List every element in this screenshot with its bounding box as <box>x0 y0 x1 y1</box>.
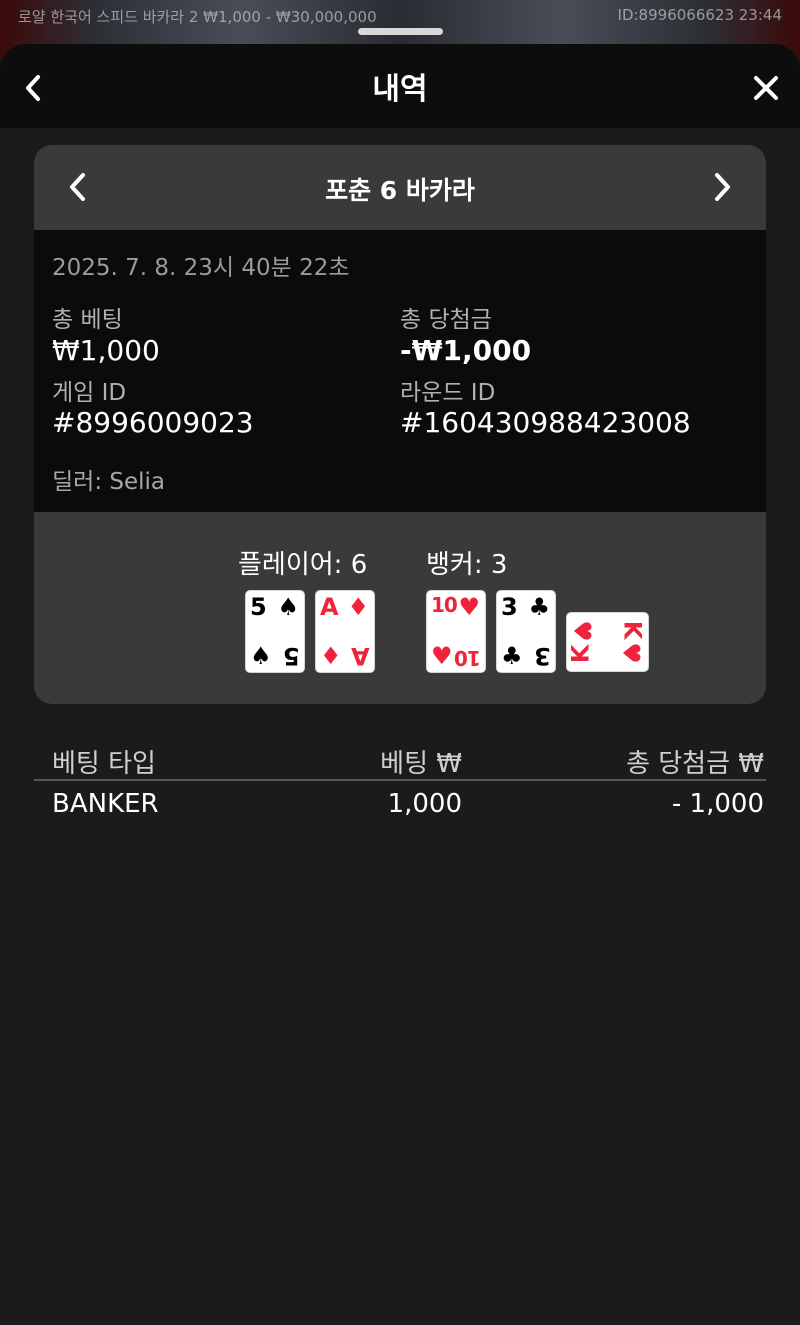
hands-area: 플레이어: 6 뱅커: 3 5 ♠ ♠ 5 A ♦ ♦ A 10 ♥ ♥ 10 <box>34 512 766 704</box>
banker-third-card: ♥ K K ♥ <box>566 612 649 672</box>
round-id-label: 라운드 ID <box>400 380 496 406</box>
banker-card: 10 ♥ ♥ 10 <box>426 590 486 673</box>
club-icon: ♣ <box>528 593 550 621</box>
card-rank: 5 <box>250 593 267 621</box>
spade-icon: ♠ <box>250 642 272 670</box>
banker-score: 뱅커: 3 <box>426 550 508 580</box>
game-id-value: #8996009023 <box>52 406 254 439</box>
sheet-header: 내역 <box>0 44 800 128</box>
round-detail-panel: 포춘 6 바카라 2025. 7. 8. 23시 40분 22초 총 베팅 ₩1… <box>34 145 766 704</box>
diamond-icon: ♦ <box>347 593 369 621</box>
sheet-title: 내역 <box>372 72 428 107</box>
column-header-bet-amount: 베팅 ₩ <box>380 749 462 779</box>
total-bet-label: 총 베팅 <box>52 307 123 333</box>
card-rank: 3 <box>534 642 551 670</box>
heart-icon: ♥ <box>617 642 646 664</box>
column-header-total-win: 총 당첨금 ₩ <box>626 749 764 779</box>
round-id-value: #160430988423008 <box>400 406 691 439</box>
card-rank: 5 <box>283 642 300 670</box>
card-rank: A <box>351 642 370 670</box>
bets-table-header: 베팅 타입 베팅 ₩ 총 당첨금 ₩ <box>34 739 766 781</box>
table-row: BANKER 1,000 - 1,000 <box>34 785 766 827</box>
card-rank: 10 <box>455 646 481 670</box>
heart-icon: ♥ <box>567 620 596 642</box>
club-icon: ♣ <box>501 642 523 670</box>
bet-type-cell: BANKER <box>52 789 159 819</box>
dealer-name: 딜러: Selia <box>52 469 166 495</box>
player-card: 5 ♠ ♠ 5 <box>245 590 305 673</box>
heart-icon: ♥ <box>431 642 453 670</box>
chevron-right-icon <box>715 173 730 201</box>
table-info-text: 로얄 한국어 스피드 바카라 2 ₩1,000 - ₩30,000,000 <box>18 8 377 26</box>
player-score: 플레이어: 6 <box>238 550 368 580</box>
card-rank: K <box>618 620 647 640</box>
total-bet-value: ₩1,000 <box>52 334 160 367</box>
game-id-label: 게임 ID <box>52 380 127 406</box>
close-button[interactable] <box>748 70 784 106</box>
diamond-icon: ♦ <box>320 642 342 670</box>
card-rank: A <box>320 593 339 621</box>
round-nav-header: 포춘 6 바카라 <box>34 145 766 230</box>
next-round-button[interactable] <box>704 169 740 205</box>
player-card: A ♦ ♦ A <box>315 590 375 673</box>
card-rank: K <box>566 644 595 664</box>
total-win-cell: - 1,000 <box>671 789 764 819</box>
game-name: 포춘 6 바카라 <box>325 176 475 205</box>
column-header-bet-type: 베팅 타입 <box>52 749 156 779</box>
spade-icon: ♠ <box>277 593 299 621</box>
bet-amount-cell: 1,000 <box>387 789 462 819</box>
history-sheet: 내역 포춘 6 바카라 2025. 7. 8. 23시 40분 22초 총 베팅… <box>0 44 800 1325</box>
round-details: 2025. 7. 8. 23시 40분 22초 총 베팅 ₩1,000 총 당첨… <box>34 230 766 512</box>
round-datetime: 2025. 7. 8. 23시 40분 22초 <box>52 255 350 281</box>
bets-table: 베팅 타입 베팅 ₩ 총 당첨금 ₩ BANKER 1,000 - 1,000 <box>34 739 766 827</box>
total-win-label: 총 당첨금 <box>400 307 492 333</box>
sheet-drag-handle[interactable] <box>358 28 443 35</box>
card-rank: 3 <box>501 593 518 621</box>
close-icon <box>754 76 778 100</box>
heart-icon: ♥ <box>458 593 480 621</box>
card-rank: 10 <box>431 593 458 617</box>
total-win-value: -₩1,000 <box>400 334 532 367</box>
player-id-time-text: ID:8996066623 23:44 <box>617 6 782 24</box>
banker-card: 3 ♣ ♣ 3 <box>496 590 556 673</box>
